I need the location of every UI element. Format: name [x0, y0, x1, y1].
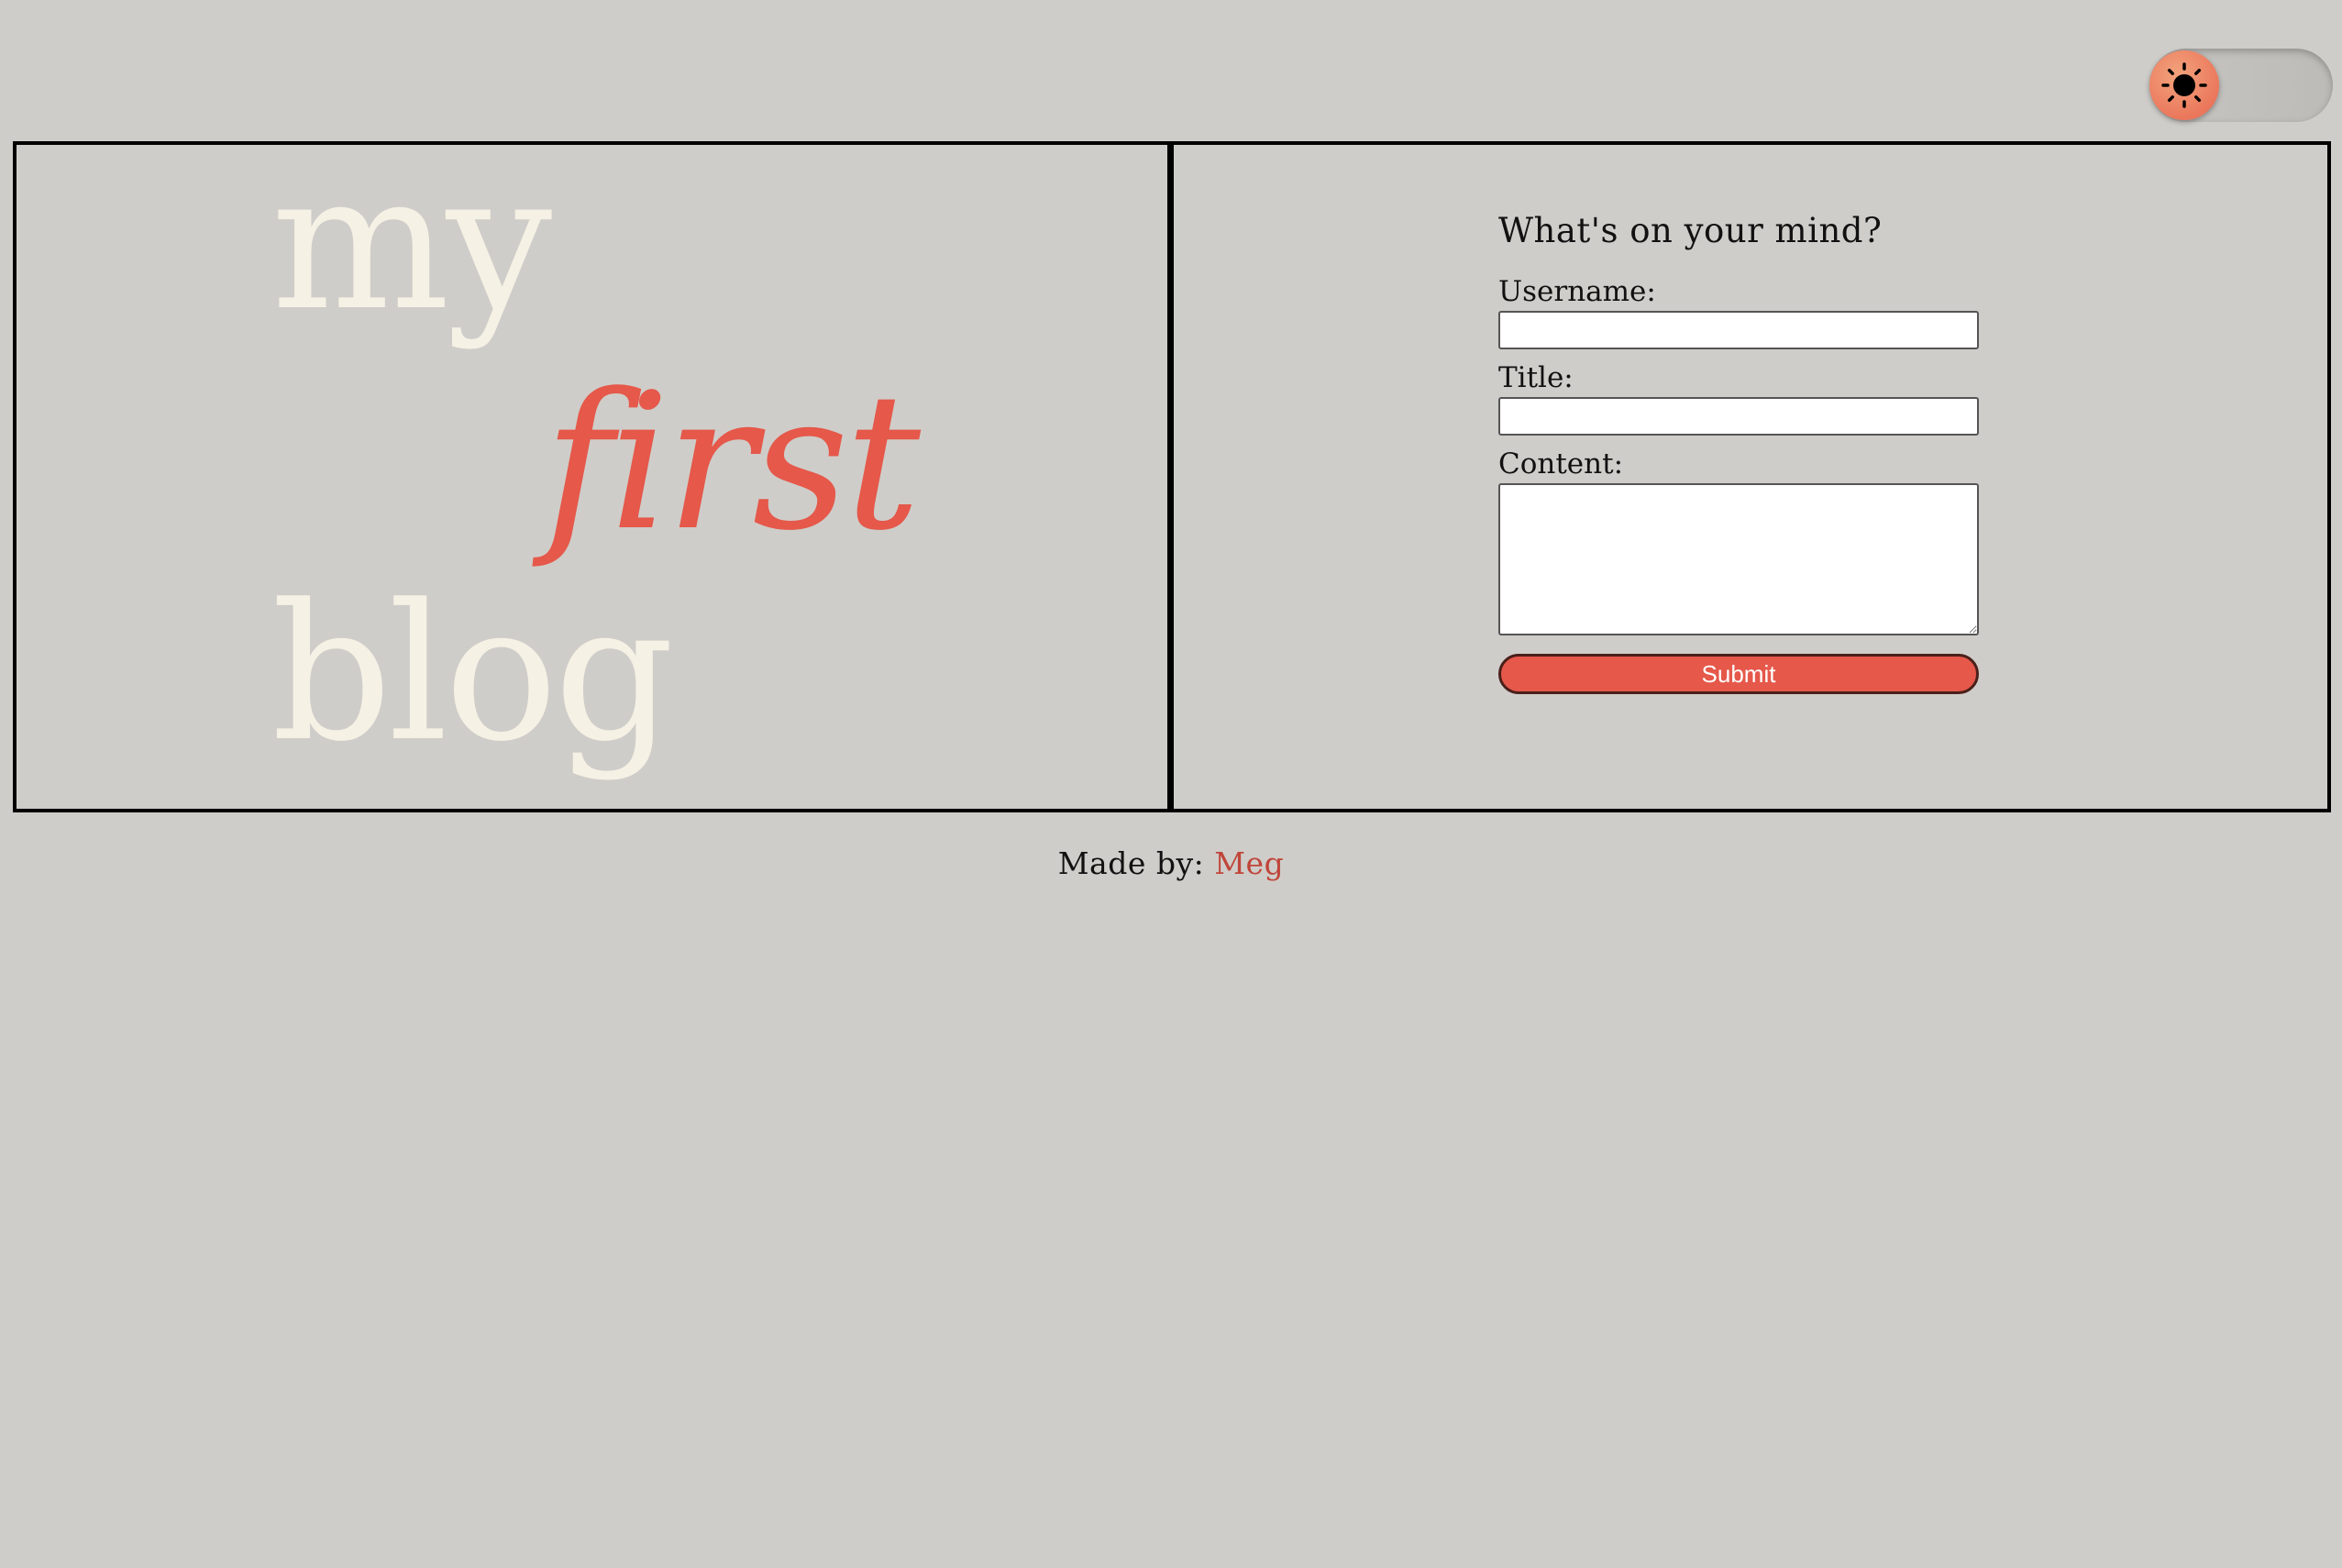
form-heading: What's on your mind?	[1498, 211, 1883, 250]
main-frame: my first blog What's on your mind? Usern…	[13, 141, 2331, 812]
form-panel: What's on your mind? Username: Title: Co…	[1174, 145, 2327, 809]
theme-toggle[interactable]	[2149, 49, 2333, 122]
content-textarea[interactable]	[1498, 483, 1979, 636]
title-label: Title:	[1498, 361, 1574, 395]
content-label: Content:	[1498, 447, 1624, 481]
title-input[interactable]	[1498, 397, 1979, 436]
username-label: Username:	[1498, 275, 1656, 308]
footer: Made by: Meg	[0, 845, 2342, 881]
page: my first blog What's on your mind? Usern…	[0, 0, 2342, 1568]
sun-icon	[2161, 62, 2207, 108]
username-input[interactable]	[1498, 311, 1979, 350]
logo-word-my: my	[271, 134, 552, 352]
post-form: What's on your mind? Username: Title: Co…	[1498, 211, 1981, 695]
logo-word-first: first	[544, 354, 921, 572]
submit-button[interactable]: Submit	[1498, 654, 1979, 695]
toggle-knob[interactable]	[2149, 50, 2219, 120]
logo-word-blog: blog	[271, 565, 674, 783]
footer-prefix: Made by:	[1057, 845, 1205, 881]
logo-panel: my first blog	[17, 145, 1174, 809]
author-link[interactable]: Meg	[1214, 845, 1284, 881]
